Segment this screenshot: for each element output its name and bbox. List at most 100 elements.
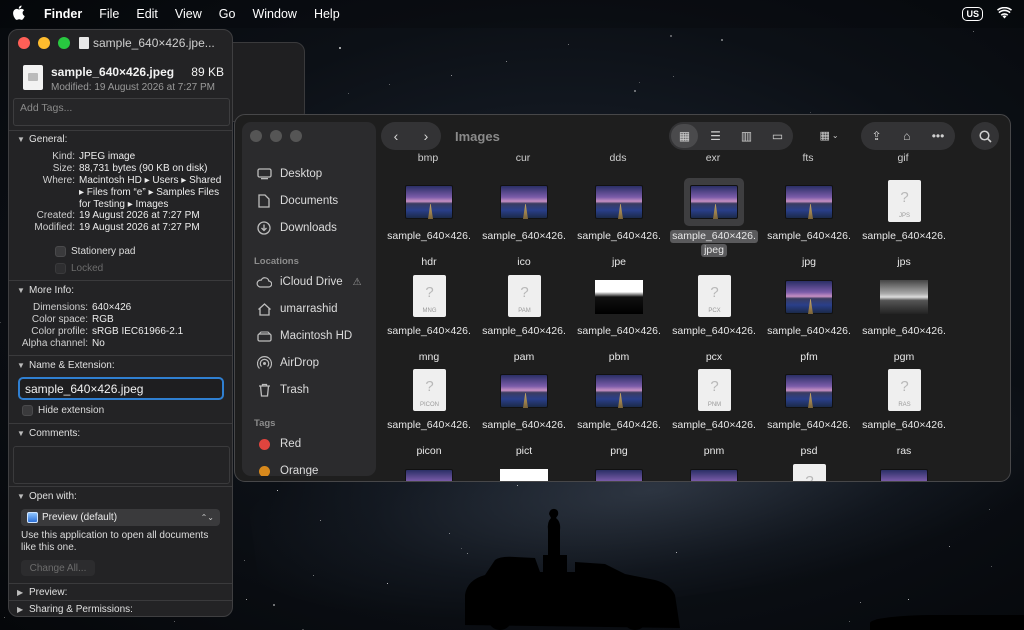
- sidebar-item-tag-orange[interactable]: Orange: [256, 464, 318, 476]
- zoom-button[interactable]: [58, 37, 70, 49]
- file-item[interactable]: RAS sample_640×426.ras: [858, 364, 950, 457]
- hide-extension-checkbox[interactable]: Hide extension: [22, 405, 104, 416]
- file-name-line-2: pict: [515, 445, 533, 457]
- name-extension-section-toggle[interactable]: ▼ Name & Extension:: [17, 360, 115, 371]
- open-with-section-toggle[interactable]: ▼ Open with:: [17, 491, 77, 502]
- file-item[interactable]: [573, 459, 665, 481]
- sidebar-item-home[interactable]: umarrashid: [256, 302, 338, 316]
- open-with-select[interactable]: Preview (default) ⌃⌄: [21, 509, 220, 526]
- file-label-partial[interactable]: dds: [573, 152, 663, 164]
- list-view-icon[interactable]: ☰: [702, 124, 729, 148]
- more-info-section-toggle[interactable]: ▼ More Info:: [17, 285, 74, 296]
- file-item[interactable]: sample_640×426. pbm: [573, 270, 665, 363]
- star: [3, 617, 5, 619]
- preview-section-toggle[interactable]: ▶ Preview:: [17, 587, 67, 598]
- file-item[interactable]: [668, 459, 760, 481]
- color-profile-row: Color profile: sRGB IEC61966-2.1: [9, 326, 232, 338]
- star: [273, 603, 276, 606]
- image-thumbnail: [785, 280, 833, 314]
- close-button[interactable]: [18, 37, 30, 49]
- file-item[interactable]: sample_640×426. pfm: [763, 270, 855, 363]
- change-all-button[interactable]: Change All...: [21, 560, 95, 576]
- menu-file[interactable]: File: [99, 7, 119, 21]
- file-item[interactable]: sample_640×426. pgm: [858, 270, 950, 363]
- menu-go[interactable]: Go: [219, 7, 236, 21]
- file-item[interactable]: sample_640×426. pict: [478, 364, 570, 457]
- menu-app-finder[interactable]: Finder: [44, 7, 82, 21]
- sidebar-item-desktop[interactable]: Desktop: [256, 167, 322, 181]
- file-item[interactable]: sample_640×426. jpg: [763, 175, 855, 268]
- more-options-icon[interactable]: •••: [932, 129, 945, 143]
- group-by-icon[interactable]: ▦ ⌄: [811, 124, 847, 146]
- share-icon[interactable]: ⇪: [872, 129, 882, 143]
- file-item[interactable]: PNM sample_640×426.pnm: [668, 364, 760, 457]
- file-item-selected[interactable]: sample_640×426. jpeg: [668, 175, 760, 267]
- file-name: sample_640×426.jpeg: [51, 65, 175, 79]
- icon-view-icon[interactable]: ▦: [671, 124, 698, 148]
- zoom-button[interactable]: [290, 130, 302, 142]
- checkbox[interactable]: [55, 263, 66, 274]
- tags-input[interactable]: Add Tags...: [13, 98, 230, 126]
- file-item[interactable]: [383, 459, 475, 481]
- column-view-icon[interactable]: ▥: [733, 124, 760, 148]
- file-item[interactable]: [763, 459, 855, 481]
- locked-label: Locked: [71, 263, 104, 274]
- stationery-pad-checkbox[interactable]: Stationery pad: [55, 246, 136, 257]
- file-item[interactable]: sample_640×426. ico: [478, 175, 570, 268]
- sharing-permissions-section-toggle[interactable]: ▶ Sharing & Permissions:: [17, 604, 133, 615]
- generic-file-icon: PCX: [698, 275, 731, 317]
- file-item[interactable]: [858, 459, 950, 481]
- tag-dot: [258, 438, 270, 450]
- close-button[interactable]: [250, 130, 262, 142]
- menu-window[interactable]: Window: [252, 7, 296, 21]
- back-arrow-icon[interactable]: ‹: [394, 128, 399, 144]
- sidebar-item-downloads[interactable]: Downloads: [256, 221, 337, 235]
- input-source-indicator[interactable]: US: [962, 7, 983, 21]
- finder-window: Desktop Documents Downloads Locations iC…: [234, 114, 1011, 482]
- wifi-icon[interactable]: [997, 6, 1012, 22]
- apple-menu-icon[interactable]: [12, 5, 26, 24]
- file-name-line-1: sample_640×426.: [767, 230, 851, 242]
- forward-arrow-icon[interactable]: ›: [424, 128, 429, 144]
- minimize-button[interactable]: [38, 37, 50, 49]
- sidebar-item-airdrop[interactable]: AirDrop: [256, 355, 319, 370]
- file-item[interactable]: PAM sample_640×426.pam: [478, 270, 570, 363]
- gallery-view-icon[interactable]: ▭: [764, 124, 791, 148]
- menu-edit[interactable]: Edit: [136, 7, 158, 21]
- menu-view[interactable]: View: [175, 7, 202, 21]
- file-item[interactable]: sample_640×426. jpe: [573, 175, 665, 268]
- sidebar-item-macintosh-hd[interactable]: Macintosh HD: [256, 329, 352, 343]
- comments-textarea[interactable]: [13, 446, 230, 484]
- file-item[interactable]: [478, 459, 570, 481]
- file-label-partial[interactable]: cur: [478, 152, 568, 164]
- file-label-partial[interactable]: gif: [858, 152, 948, 164]
- sidebar-item-trash[interactable]: Trash: [256, 383, 309, 397]
- window-controls: [250, 130, 302, 142]
- sidebar-item-documents[interactable]: Documents: [256, 194, 338, 208]
- sidebar-item-tag-red[interactable]: Red: [256, 437, 301, 451]
- search-icon[interactable]: [971, 122, 999, 150]
- file-item[interactable]: sample_640×426. hdr: [383, 175, 475, 268]
- file-icon: [23, 65, 43, 90]
- checkbox[interactable]: [55, 246, 66, 257]
- file-item[interactable]: PCX sample_640×426.pcx: [668, 270, 760, 363]
- file-label-partial[interactable]: exr: [668, 152, 758, 164]
- star: [450, 75, 452, 77]
- checkbox[interactable]: [22, 405, 33, 416]
- file-item[interactable]: MNG sample_640×426.mng: [383, 270, 475, 363]
- sidebar-item-icloud-drive[interactable]: iCloud Drive ⚠: [256, 275, 362, 289]
- minimize-button[interactable]: [270, 130, 282, 142]
- file-item[interactable]: PICON sample_640×426.picon: [383, 364, 475, 457]
- name-extension-input[interactable]: sample_640×426.jpeg: [18, 377, 224, 400]
- file-item[interactable]: sample_640×426. png: [573, 364, 665, 457]
- menu-help[interactable]: Help: [314, 7, 340, 21]
- comments-section-toggle[interactable]: ▼ Comments:: [17, 428, 80, 439]
- color-profile-key: Color profile:: [31, 326, 88, 337]
- locked-checkbox[interactable]: Locked: [55, 263, 103, 274]
- file-label-partial[interactable]: fts: [763, 152, 853, 164]
- file-item[interactable]: JPS sample_640×426.jps: [858, 175, 950, 268]
- file-label-partial[interactable]: bmp: [383, 152, 473, 164]
- file-item[interactable]: sample_640×426. psd: [763, 364, 855, 457]
- tag-icon[interactable]: ⌂: [903, 129, 910, 143]
- general-section-toggle[interactable]: ▼ General:: [17, 134, 67, 145]
